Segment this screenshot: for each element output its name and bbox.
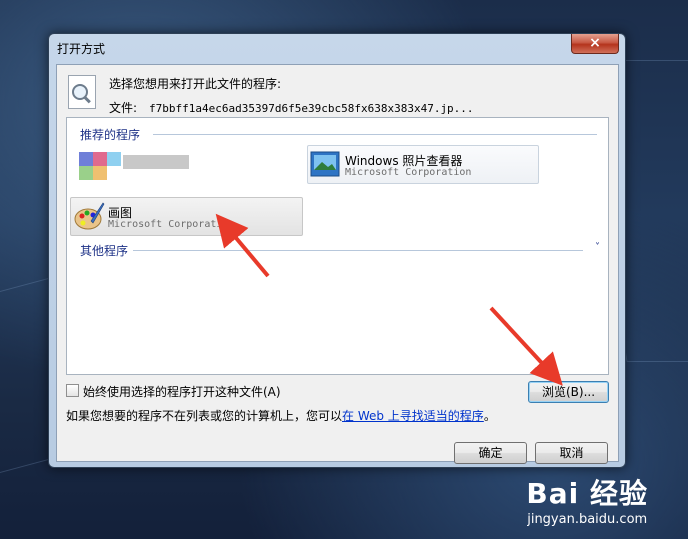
annotation-arrows	[215, 213, 563, 386]
arrow-to-paint	[215, 213, 270, 278]
watermark-brand: Bai 经验	[526, 477, 648, 510]
baidu-watermark: Bai 经验 jingyan.baidu.com	[526, 472, 648, 527]
watermark-url: jingyan.baidu.com	[527, 512, 648, 527]
arrow-to-browse	[489, 306, 563, 386]
